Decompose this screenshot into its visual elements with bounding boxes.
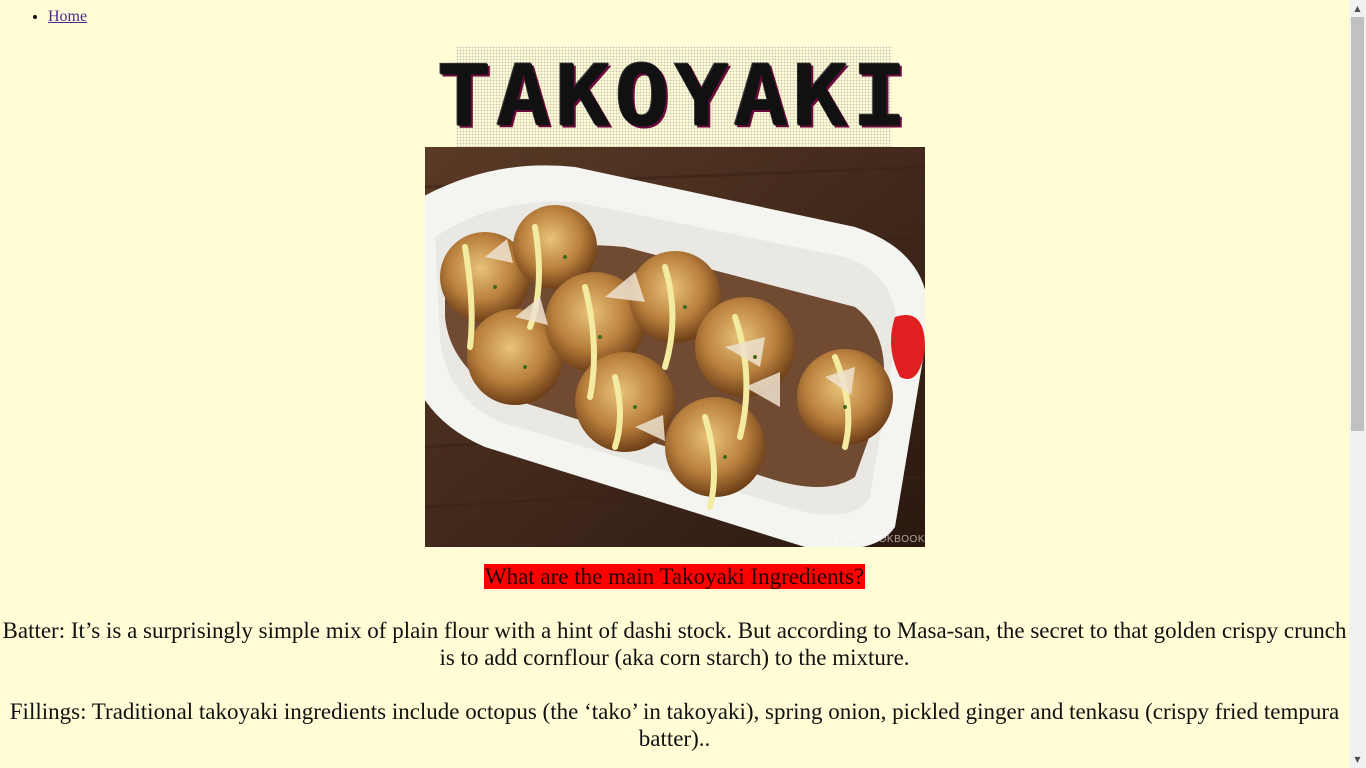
scrollbar-thumb[interactable]: [1351, 17, 1364, 431]
ingredients-heading: What are the main Takoyaki Ingredients?: [0, 563, 1349, 590]
page: Home TAKOYAKI: [0, 0, 1349, 768]
takoyaki-photo-art: [425, 147, 925, 547]
ingredients-heading-text: What are the main Takoyaki Ingredients?: [483, 564, 866, 589]
batter-paragraph: Batter: It’s is a surprisingly simple mi…: [2, 618, 1347, 670]
fillings-paragraph: Fillings: Traditional takoyaki ingredien…: [9, 699, 1340, 751]
takoyaki-logo: TAKOYAKI: [436, 46, 912, 147]
scroll-up-icon[interactable]: ▲: [1349, 0, 1366, 17]
nav-item-home: Home: [48, 0, 87, 27]
logo-text: TAKOYAKI: [436, 47, 912, 146]
takoyaki-photo: JUSTONECOOKBOOK: [425, 147, 925, 547]
top-nav: Home: [0, 0, 87, 27]
home-link[interactable]: Home: [48, 8, 87, 25]
vertical-scrollbar[interactable]: ▲ ▼: [1349, 0, 1366, 768]
nav-list: Home: [0, 0, 87, 27]
scroll-down-icon[interactable]: ▼: [1349, 751, 1366, 768]
photo-watermark: JUSTONECOOKBOOK: [812, 534, 925, 545]
